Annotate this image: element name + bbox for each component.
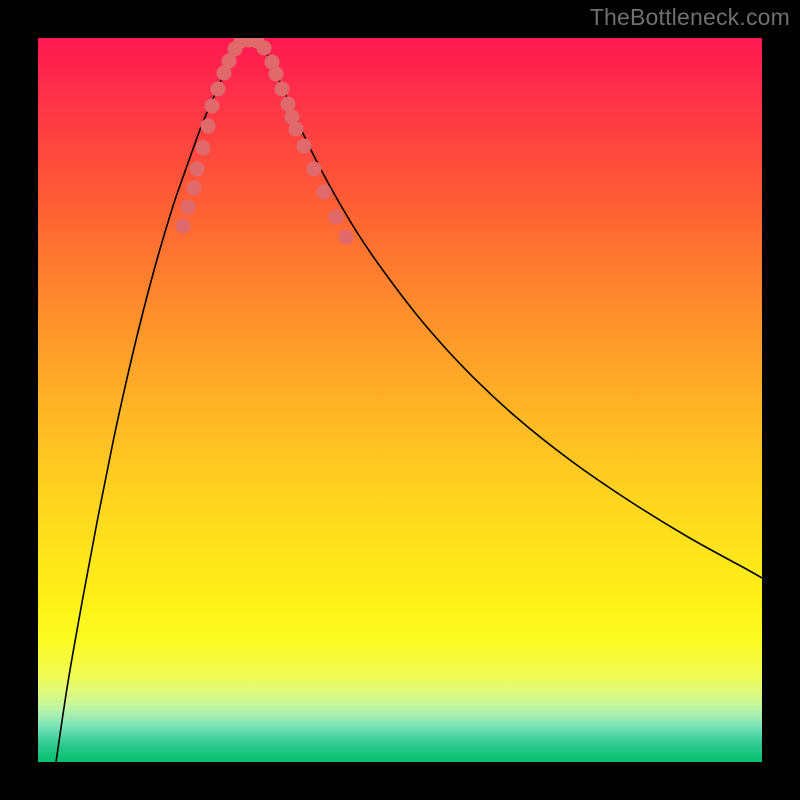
data-point [205,99,220,114]
data-point [317,185,332,200]
data-point [339,230,354,245]
data-point [176,219,191,234]
data-point [211,82,226,97]
watermark-text: TheBottleneck.com [590,4,790,31]
data-point [181,200,196,215]
data-point [281,97,296,112]
plot-area [38,38,762,762]
data-point [187,181,202,196]
data-point [289,122,304,137]
chart-svg [38,38,762,762]
data-point [269,67,284,82]
data-point [257,41,272,56]
data-point [201,119,216,134]
curve-left [56,40,239,762]
data-point [190,162,205,177]
chart-frame: TheBottleneck.com [0,0,800,800]
data-point [307,162,322,177]
data-point [275,82,290,97]
data-point [297,139,312,154]
data-point [329,210,344,225]
curve-right [260,40,762,578]
data-point [196,141,211,156]
